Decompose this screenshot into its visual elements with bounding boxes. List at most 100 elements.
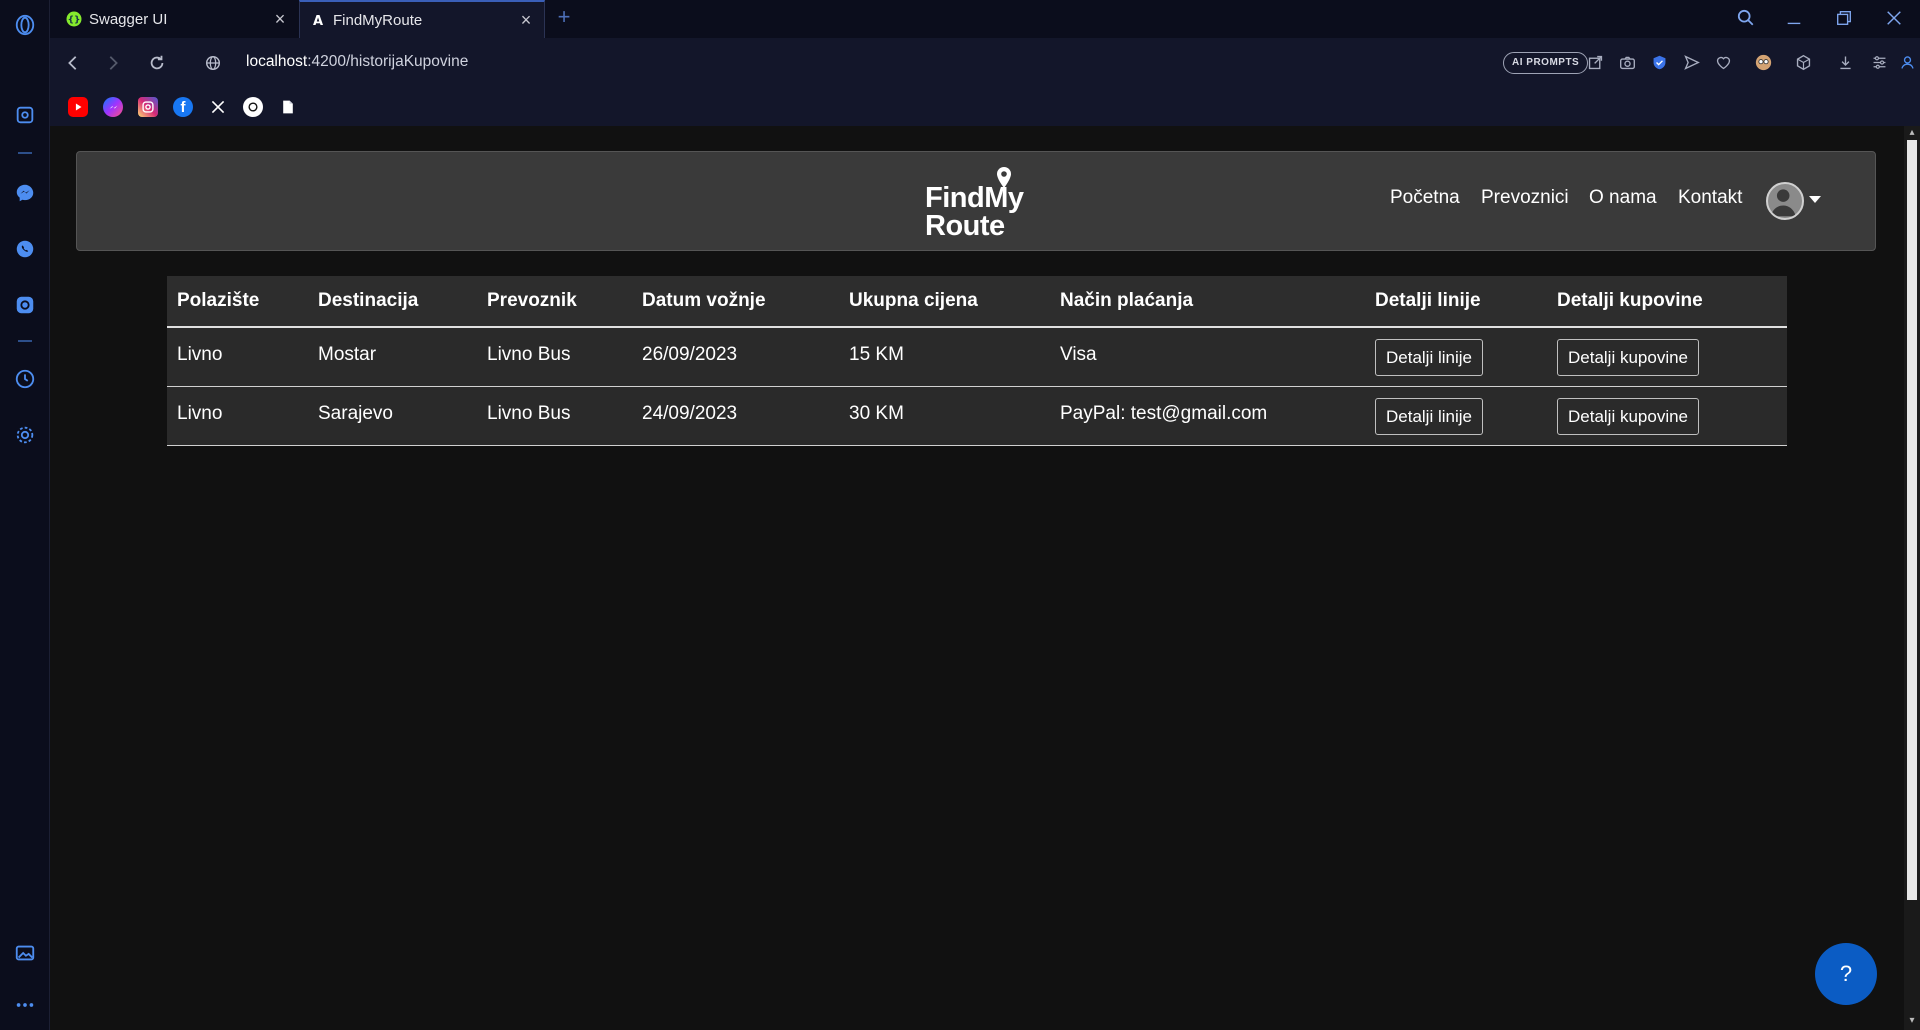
help-button[interactable]: ?: [1815, 943, 1877, 1005]
gallery-icon[interactable]: [12, 940, 38, 966]
scroll-up-icon[interactable]: ▴: [1907, 128, 1917, 138]
col-header: Polazište: [177, 290, 260, 311]
aria-ai-icon[interactable]: [12, 102, 38, 128]
extension-avatar-icon[interactable]: [1752, 51, 1774, 73]
share-icon[interactable]: [1584, 51, 1606, 73]
easy-setup-icon[interactable]: [1868, 51, 1890, 73]
tab-title: Swagger UI: [89, 10, 168, 28]
svg-text:A: A: [313, 14, 323, 28]
tab-findmyroute[interactable]: A FindMyRoute ×: [299, 0, 545, 38]
bookmarks-bar: f: [50, 88, 1920, 126]
col-header: Način plaćanja: [1060, 290, 1194, 311]
scroll-down-icon[interactable]: ▾: [1907, 1016, 1917, 1026]
messenger-icon[interactable]: [12, 180, 38, 206]
url-path: :4200/historijaKupovine: [307, 53, 469, 70]
close-tab-icon[interactable]: ×: [518, 11, 534, 29]
extensions-cube-icon[interactable]: [1792, 51, 1814, 73]
instagram-bookmark-icon[interactable]: [138, 97, 158, 117]
col-header: Detalji kupovine: [1557, 290, 1703, 311]
nav-link-o-nama[interactable]: O nama: [1589, 187, 1657, 209]
search-tabs-icon[interactable]: [1732, 6, 1760, 30]
tab-strip: {} Swagger UI × A FindMyRoute × +: [50, 0, 1920, 38]
col-header: Destinacija: [318, 290, 419, 311]
map-pin-icon: [997, 167, 1011, 188]
table-header: Polazište Destinacija Prevoznik Datum vo…: [167, 276, 1787, 328]
nav-link-prevoznici[interactable]: Prevoznici: [1481, 187, 1569, 209]
sidebar-divider: [18, 340, 32, 342]
document-icon[interactable]: [278, 97, 298, 117]
chatgpt-icon[interactable]: [243, 97, 263, 117]
url-field[interactable]: localhost:4200/historijaKupovine: [246, 53, 468, 71]
cell-to: Sarajevo: [318, 403, 393, 424]
col-header: Ukupna cijena: [849, 290, 978, 311]
swagger-icon: {}: [66, 11, 82, 27]
logo-line-2: Route: [925, 210, 1005, 242]
site-info-globe-icon[interactable]: [200, 50, 226, 76]
col-header: Datum vožnje: [642, 290, 766, 311]
tab-title: FindMyRoute: [333, 11, 423, 29]
profile-icon[interactable]: [1896, 51, 1918, 73]
nav-link-kontakt[interactable]: Kontakt: [1678, 187, 1742, 209]
cell-to: Mostar: [318, 344, 377, 365]
line-details-button[interactable]: Detalji linije: [1375, 398, 1483, 435]
svg-text:{}: {}: [68, 16, 81, 26]
settings-gear-icon[interactable]: [12, 422, 38, 448]
site-navbar: FindMy Route Početna Prevoznici O nama K…: [76, 151, 1876, 251]
reload-icon[interactable]: [144, 50, 170, 76]
cell-from: Livno: [177, 344, 223, 365]
cell-date: 26/09/2023: [642, 344, 738, 365]
x-twitter-icon[interactable]: [208, 97, 228, 117]
tab-swagger-ui[interactable]: {} Swagger UI ×: [56, 0, 298, 38]
angular-icon: A: [310, 12, 326, 28]
youtube-icon[interactable]: [68, 97, 88, 117]
cell-price: 15 KM: [849, 344, 904, 365]
send-icon[interactable]: [1680, 51, 1702, 73]
purchase-details-button[interactable]: Detalji kupovine: [1557, 339, 1700, 376]
findmyroute-logo[interactable]: FindMy Route: [925, 166, 1035, 242]
whatsapp-icon[interactable]: [12, 236, 38, 262]
forward-icon[interactable]: [100, 50, 126, 76]
snapshot-camera-icon[interactable]: [1616, 51, 1638, 73]
user-icon: [1770, 189, 1796, 217]
instagram-icon[interactable]: [12, 292, 38, 318]
cell-carrier: Livno Bus: [487, 403, 571, 424]
nav-link-pocetna[interactable]: Početna: [1390, 187, 1460, 209]
close-window-icon[interactable]: [1880, 6, 1908, 30]
page-viewport: FindMy Route Početna Prevoznici O nama K…: [50, 126, 1904, 1030]
page-scrollbar[interactable]: ▴ ▾: [1904, 126, 1920, 1030]
cell-payment: PayPal: test@gmail.com: [1060, 403, 1268, 424]
cell-payment: Visa: [1060, 344, 1097, 365]
cell-price: 30 KM: [849, 403, 904, 424]
new-tab-button[interactable]: +: [552, 6, 576, 30]
close-tab-icon[interactable]: ×: [272, 10, 288, 28]
vpn-shield-icon[interactable]: [1648, 51, 1670, 73]
cell-carrier: Livno Bus: [487, 344, 571, 365]
cell-from: Livno: [177, 403, 223, 424]
col-header: Detalji linije: [1375, 290, 1481, 311]
history-icon[interactable]: [12, 366, 38, 392]
table-row: Livno Mostar Livno Bus 26/09/2023 15 KM …: [167, 328, 1787, 387]
ai-prompts-button[interactable]: AI PROMPTS: [1503, 52, 1589, 74]
back-icon[interactable]: [60, 50, 86, 76]
facebook-icon[interactable]: f: [173, 97, 193, 117]
line-details-button[interactable]: Detalji linije: [1375, 339, 1483, 376]
scrollbar-thumb[interactable]: [1907, 140, 1917, 900]
user-menu-caret-icon[interactable]: [1809, 196, 1821, 203]
minimize-icon[interactable]: [1780, 6, 1808, 30]
url-host: localhost: [246, 53, 308, 70]
address-bar: localhost:4200/historijaKupovine AI PROM…: [50, 38, 1920, 88]
purchase-history-table: Polazište Destinacija Prevoznik Datum vo…: [167, 276, 1787, 446]
restore-icon[interactable]: [1830, 6, 1858, 30]
purchase-details-button[interactable]: Detalji kupovine: [1557, 398, 1700, 435]
more-options-icon[interactable]: [12, 992, 38, 1018]
heart-icon[interactable]: [1712, 51, 1734, 73]
browser-sidebar: [0, 0, 50, 1030]
table-row: Livno Sarajevo Livno Bus 24/09/2023 30 K…: [167, 387, 1787, 446]
messenger-bookmark-icon[interactable]: [103, 97, 123, 117]
cell-date: 24/09/2023: [642, 403, 738, 424]
user-avatar[interactable]: [1766, 182, 1804, 220]
download-icon[interactable]: [1834, 51, 1856, 73]
sidebar-divider: [18, 152, 32, 154]
col-header: Prevoznik: [487, 290, 577, 311]
opera-logo-icon[interactable]: [12, 12, 38, 38]
